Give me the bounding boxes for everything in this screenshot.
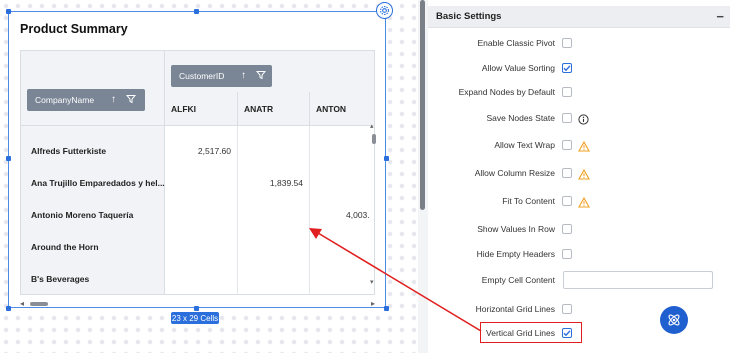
value-cell: 4,003. xyxy=(346,210,370,220)
setting-label: Expand Nodes by Default xyxy=(458,87,555,97)
setting-allow-column-resize: Allow Column Resize xyxy=(428,165,730,183)
setting-label: Fit To Content xyxy=(502,196,555,206)
warning-icon[interactable] xyxy=(578,139,590,157)
pivot-grid: CompanyName ↑ CustomerID ↑ ALFKI ANATR A… xyxy=(20,50,375,295)
vertical-grid-line xyxy=(237,126,238,294)
save-nodes-state-checkbox[interactable] xyxy=(562,113,572,123)
column-header[interactable]: ANATR xyxy=(237,92,309,126)
column-header[interactable]: ALFKI xyxy=(165,92,237,126)
fit-to-content-checkbox[interactable] xyxy=(562,196,572,206)
empty-cell-content-input[interactable] xyxy=(563,271,713,289)
setting-label: Save Nodes State xyxy=(486,113,555,123)
checkmark-icon xyxy=(563,65,571,72)
collapse-icon[interactable]: − xyxy=(716,9,724,24)
resize-handle[interactable] xyxy=(6,156,11,161)
value-cell: 1,839.54 xyxy=(269,178,303,188)
settings-gear-icon[interactable] xyxy=(376,2,393,19)
row-header-corner: CompanyName ↑ xyxy=(21,51,165,126)
setting-label: Show Values In Row xyxy=(477,224,555,234)
row-header-spacer xyxy=(21,126,165,135)
atom-icon xyxy=(668,314,680,326)
scroll-up-icon[interactable]: ▴ xyxy=(370,122,374,130)
allow-text-wrap-checkbox[interactable] xyxy=(562,140,572,150)
highlight-box xyxy=(480,322,582,343)
setting-label: Allow Text Wrap xyxy=(494,140,555,150)
properties-panel: Basic Settings − Enable Classic Pivot Al… xyxy=(428,0,730,353)
row-header[interactable]: B's Beverages xyxy=(21,263,165,294)
scrollbar-thumb[interactable] xyxy=(372,134,376,144)
canvas-scrollbar[interactable] xyxy=(420,0,425,210)
setting-save-nodes-state: Save Nodes State xyxy=(428,110,730,128)
resize-handle[interactable] xyxy=(6,306,11,311)
resize-handle[interactable] xyxy=(6,9,11,14)
setting-label: Hide Empty Headers xyxy=(476,249,555,259)
row-field-label: CompanyName xyxy=(35,95,95,105)
filter-icon[interactable] xyxy=(255,70,267,83)
scrollbar-thumb[interactable] xyxy=(30,302,48,306)
sort-ascending-icon[interactable]: ↑ xyxy=(111,94,116,105)
assistant-fab-button[interactable] xyxy=(660,306,688,334)
row-field-chip[interactable]: CompanyName ↑ xyxy=(27,89,145,111)
setting-allow-value-sorting: Allow Value Sorting xyxy=(428,60,730,78)
warning-icon[interactable] xyxy=(578,195,590,213)
setting-fit-to-content: Fit To Content xyxy=(428,193,730,211)
resize-handle[interactable] xyxy=(194,9,199,14)
setting-label: Allow Value Sorting xyxy=(481,63,555,73)
basic-settings-header[interactable]: Basic Settings − xyxy=(428,6,730,28)
warning-icon[interactable] xyxy=(578,167,590,185)
setting-show-values-in-row: Show Values In Row xyxy=(428,221,730,239)
resize-handle[interactable] xyxy=(384,156,389,161)
cell-count-badge: 23 x 29 Cells xyxy=(171,312,219,324)
expand-nodes-checkbox[interactable] xyxy=(562,87,572,97)
row-header[interactable]: Ana Trujillo Emparedados y hel... xyxy=(21,167,165,199)
setting-label: Horizontal Grid Lines xyxy=(475,304,555,314)
column-field-chip[interactable]: CustomerID ↑ xyxy=(171,65,272,87)
setting-enable-classic-pivot: Enable Classic Pivot xyxy=(428,35,730,53)
section-title: Basic Settings xyxy=(436,11,502,22)
column-field-label: CustomerID xyxy=(179,71,225,81)
setting-hide-empty-headers: Hide Empty Headers xyxy=(428,246,730,264)
enable-classic-pivot-checkbox[interactable] xyxy=(562,38,572,48)
allow-value-sorting-checkbox[interactable] xyxy=(562,63,572,73)
row-header[interactable]: Alfreds Futterkiste xyxy=(21,135,165,167)
sort-ascending-icon[interactable]: ↑ xyxy=(241,70,246,81)
value-cell: 2,517.60 xyxy=(197,146,231,156)
allow-column-resize-checkbox[interactable] xyxy=(562,168,572,178)
hide-empty-headers-checkbox[interactable] xyxy=(562,249,572,259)
row-header[interactable]: Around the Horn xyxy=(21,231,165,263)
setting-expand-nodes: Expand Nodes by Default xyxy=(428,84,730,102)
info-icon[interactable] xyxy=(578,112,589,130)
scroll-left-icon[interactable]: ◂ xyxy=(20,299,24,308)
resize-handle[interactable] xyxy=(384,306,389,311)
show-values-in-row-checkbox[interactable] xyxy=(562,224,572,234)
filter-icon[interactable] xyxy=(125,94,137,107)
widget-title: Product Summary xyxy=(20,22,128,36)
pivot-widget[interactable]: Product Summary CompanyName ↑ CustomerID… xyxy=(8,11,386,308)
column-header[interactable]: ANTON xyxy=(309,92,374,126)
setting-label: Allow Column Resize xyxy=(474,168,555,178)
horizontal-grid-lines-checkbox[interactable] xyxy=(562,304,572,314)
row-header[interactable]: Antonio Moreno Taquería xyxy=(21,199,165,231)
scroll-down-icon[interactable]: ▾ xyxy=(370,278,374,286)
resize-handle[interactable] xyxy=(194,306,199,311)
setting-allow-text-wrap: Allow Text Wrap xyxy=(428,137,730,155)
vertical-scrollbar[interactable]: ▴ ▾ xyxy=(370,123,376,302)
setting-label: Empty Cell Content xyxy=(481,275,555,285)
setting-label: Enable Classic Pivot xyxy=(477,38,555,48)
